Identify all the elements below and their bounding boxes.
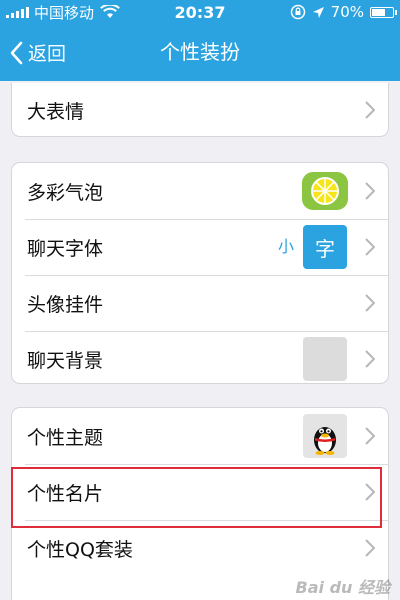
battery-icon bbox=[370, 6, 397, 18]
carrier-name: 中国移动 bbox=[34, 3, 95, 22]
watermark: Bai du 经验 bbox=[295, 578, 390, 597]
row-label: 大表情 bbox=[27, 100, 85, 123]
chevron-right-icon bbox=[365, 238, 375, 256]
row-theme[interactable]: 个性主题 bbox=[12, 408, 388, 464]
row-avatar-pendant[interactable]: 头像挂件 bbox=[12, 275, 388, 331]
row-label: 个性QQ套装 bbox=[27, 538, 133, 561]
chevron-right-icon bbox=[365, 182, 375, 200]
bubble-preview bbox=[302, 172, 348, 210]
chevron-right-icon bbox=[365, 539, 375, 557]
battery-percent: 70% bbox=[330, 3, 364, 21]
row-label: 个性主题 bbox=[27, 426, 104, 449]
row-label: 聊天背景 bbox=[27, 349, 104, 372]
font-size-small-preview: 小 bbox=[277, 237, 294, 256]
row-label: 聊天字体 bbox=[27, 237, 104, 260]
settings-group-1: 大表情 bbox=[11, 83, 389, 137]
chevron-right-icon bbox=[365, 294, 375, 312]
status-right: 70% bbox=[290, 0, 397, 24]
font-size-large-preview: 字 bbox=[303, 225, 347, 269]
row-chat-background[interactable]: 聊天背景 bbox=[12, 331, 388, 383]
row-business-card[interactable]: 个性名片 bbox=[12, 464, 388, 520]
wifi-icon bbox=[100, 5, 120, 18]
status-left: 中国移动 bbox=[6, 2, 156, 23]
location-arrow-icon bbox=[312, 6, 324, 18]
battery-fill bbox=[372, 8, 386, 16]
row-label: 头像挂件 bbox=[27, 293, 104, 316]
row-stickers[interactable]: 大表情 bbox=[12, 83, 388, 136]
status-bar: 中国移动 20:37 70% bbox=[0, 0, 400, 24]
chevron-right-icon bbox=[365, 350, 375, 368]
lemon-icon bbox=[311, 177, 339, 205]
page-title: 个性装扮 bbox=[160, 40, 240, 64]
row-bubbles[interactable]: 多彩气泡 bbox=[12, 163, 388, 219]
theme-preview bbox=[303, 414, 347, 458]
background-preview bbox=[303, 337, 347, 381]
settings-group-3: 个性主题 个性名片 个性QQ套装 bbox=[11, 407, 389, 600]
settings-group-2: 多彩气泡 聊天字体 小 字 头像挂件 聊天背景 bbox=[11, 162, 389, 384]
row-label: 多彩气泡 bbox=[27, 181, 104, 204]
row-label: 个性名片 bbox=[27, 482, 104, 505]
chevron-right-icon bbox=[365, 101, 375, 119]
row-qq-suite[interactable]: 个性QQ套装 bbox=[12, 520, 388, 576]
signal-icon bbox=[6, 6, 29, 18]
qq-penguin-icon bbox=[314, 427, 336, 455]
rotation-lock-icon bbox=[290, 4, 305, 20]
chevron-right-icon bbox=[365, 483, 375, 501]
chevron-right-icon bbox=[365, 427, 375, 445]
nav-bar: 返回 个性装扮 bbox=[0, 24, 400, 81]
row-chat-font[interactable]: 聊天字体 小 字 bbox=[12, 219, 388, 275]
